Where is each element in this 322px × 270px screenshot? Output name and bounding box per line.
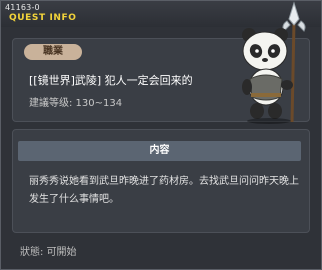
quest-id: 41163-0 bbox=[5, 3, 40, 12]
job-badge: 職業 bbox=[24, 44, 82, 60]
panda-spearman-icon bbox=[242, 1, 306, 124]
quest-status: 狀態: 可開始 bbox=[20, 247, 77, 258]
window-title: QUEST INFO bbox=[9, 13, 77, 23]
quest-info-window: 41163-0 QUEST INFO 職業 [[镜世界]武陵] 犯人一定会回来的… bbox=[0, 0, 322, 270]
quest-name: [[镜世界]武陵] 犯人一定会回来的 bbox=[29, 74, 193, 87]
quest-description: 丽秀秀说她看到武旦昨晚进了药材房。去找武旦问问昨天晚上发生了什么事情吧。 bbox=[29, 176, 299, 205]
content-header: 内容 bbox=[18, 141, 301, 161]
recommended-level: 建議等级: 130~134 bbox=[29, 98, 123, 109]
